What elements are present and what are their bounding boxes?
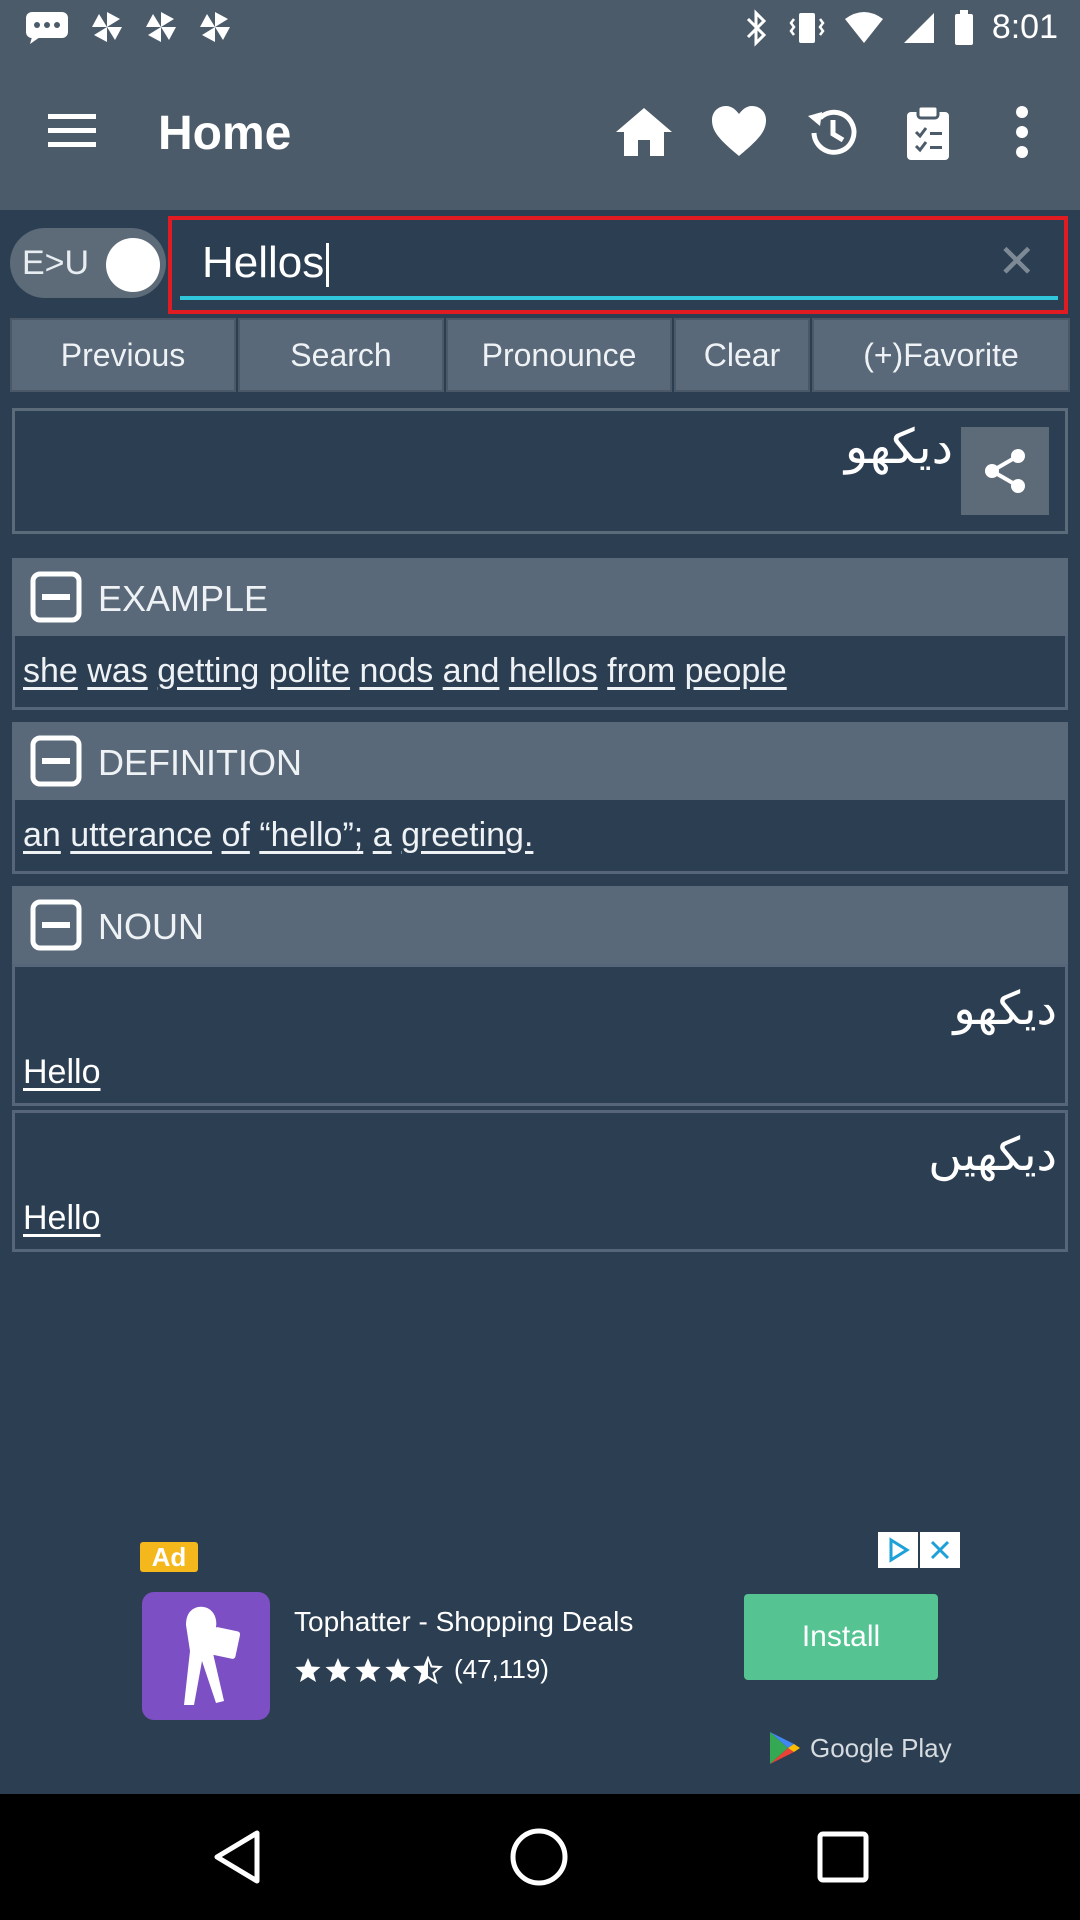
home-nav-icon[interactable] xyxy=(506,1824,572,1890)
install-button[interactable]: Install xyxy=(744,1594,938,1680)
status-bar: 8:01 xyxy=(0,0,1080,64)
definition-word[interactable]: “hello”; xyxy=(259,816,363,854)
more-vert-icon[interactable] xyxy=(1010,104,1034,160)
language-toggle[interactable]: E>U xyxy=(10,228,166,298)
share-button[interactable] xyxy=(961,427,1049,515)
vibrate-icon xyxy=(788,9,826,47)
example-word[interactable]: nods xyxy=(359,652,433,690)
example-sentence: she was getting polite nods and hellos f… xyxy=(23,652,787,691)
pinwheel-icon xyxy=(198,10,232,44)
section-title: EXAMPLE xyxy=(98,578,269,619)
ad-app-icon[interactable] xyxy=(142,1592,270,1720)
ad-rating-count: (47,119) xyxy=(454,1654,549,1684)
collapse-icon xyxy=(30,571,82,623)
example-word[interactable]: she xyxy=(23,652,78,690)
example-word[interactable]: and xyxy=(443,652,500,690)
search-highlight: Hellos ✕ xyxy=(168,216,1068,314)
noun-item[interactable]: دیکھیں Hello xyxy=(12,1110,1068,1252)
share-icon xyxy=(985,449,1025,493)
translation-text: دیکھو xyxy=(844,421,953,474)
noun-section-header[interactable]: NOUN xyxy=(12,886,1068,964)
google-play-label: Google Play xyxy=(810,1732,952,1763)
example-word[interactable]: polite xyxy=(269,652,350,690)
navigation-bar xyxy=(0,1794,1080,1920)
noun-urdu: دیکھو xyxy=(953,982,1057,1034)
example-word[interactable]: from xyxy=(607,652,675,690)
example-word[interactable]: hellos xyxy=(509,652,598,690)
message-icon xyxy=(24,10,70,44)
definition-section-body: an utterance of “hello”; a greeting. xyxy=(12,800,1068,874)
wifi-icon xyxy=(844,11,884,45)
search-input-value: Hellos xyxy=(202,238,325,287)
language-toggle-label: E>U xyxy=(22,244,90,282)
ad-rating: (47,119) xyxy=(294,1654,549,1685)
definition-sentence: an utterance of “hello”; a greeting. xyxy=(23,816,533,855)
ad-close-icon[interactable] xyxy=(920,1532,960,1568)
definition-word[interactable]: utterance xyxy=(70,816,212,854)
adchoices-icon[interactable] xyxy=(878,1532,918,1568)
example-word[interactable]: getting xyxy=(157,652,259,690)
example-word[interactable]: people xyxy=(685,652,787,690)
noun-urdu: دیکھیں xyxy=(928,1128,1057,1180)
menu-icon[interactable] xyxy=(46,104,98,156)
signal-icon xyxy=(902,11,936,45)
definition-word[interactable]: of xyxy=(222,816,250,854)
noun-english[interactable]: Hello xyxy=(23,1199,100,1238)
ad-banner[interactable]: Ad Tophatter - Shopping Deals (47,119) I… xyxy=(0,1508,1080,1794)
ad-title[interactable]: Tophatter - Shopping Deals xyxy=(294,1606,633,1638)
page-title: Home xyxy=(158,107,292,160)
pinwheel-icon xyxy=(144,10,178,44)
battery-icon xyxy=(954,9,974,46)
definition-word[interactable]: an xyxy=(23,816,61,854)
definition-section-header[interactable]: DEFINITION xyxy=(12,722,1068,800)
search-button[interactable]: Search xyxy=(238,318,444,392)
noun-english[interactable]: Hello xyxy=(23,1053,100,1092)
pinwheel-icon xyxy=(90,10,124,44)
app-bar: Home xyxy=(0,64,1080,210)
collapse-icon xyxy=(30,899,82,951)
pronounce-button[interactable]: Pronounce xyxy=(446,318,672,392)
section-title: NOUN xyxy=(98,906,204,947)
clear-button[interactable]: Clear xyxy=(674,318,810,392)
collapse-icon xyxy=(30,735,82,787)
example-section-body: she was getting polite nods and hellos f… xyxy=(12,636,1068,710)
translation-result: دیکھو xyxy=(12,408,1068,534)
google-play-badge[interactable]: Google Play xyxy=(768,1730,952,1766)
example-word[interactable]: was xyxy=(87,652,147,690)
text-cursor xyxy=(326,243,330,288)
definition-word[interactable]: a xyxy=(373,816,392,854)
search-input[interactable]: Hellos ✕ xyxy=(180,226,1058,300)
history-icon[interactable] xyxy=(804,104,862,162)
toggle-knob[interactable] xyxy=(106,238,160,292)
favorite-button[interactable]: (+)Favorite xyxy=(812,318,1070,392)
google-play-icon xyxy=(770,1732,800,1764)
definition-word[interactable]: greeting. xyxy=(401,816,533,854)
home-icon[interactable] xyxy=(614,104,674,160)
rating-stars-icon xyxy=(295,1656,442,1683)
example-section-header[interactable]: EXAMPLE xyxy=(12,558,1068,636)
back-icon[interactable] xyxy=(204,1824,270,1890)
noun-item[interactable]: دیکھو Hello xyxy=(12,964,1068,1106)
ad-badge: Ad xyxy=(140,1542,198,1572)
previous-button[interactable]: Previous xyxy=(10,318,236,392)
clipboard-icon[interactable] xyxy=(904,104,952,162)
heart-icon[interactable] xyxy=(710,104,768,158)
section-title: DEFINITION xyxy=(98,742,302,783)
clear-input-icon[interactable]: ✕ xyxy=(997,234,1036,288)
recents-icon[interactable] xyxy=(810,1824,876,1890)
status-time: 8:01 xyxy=(991,8,1058,46)
bluetooth-icon xyxy=(744,8,770,47)
